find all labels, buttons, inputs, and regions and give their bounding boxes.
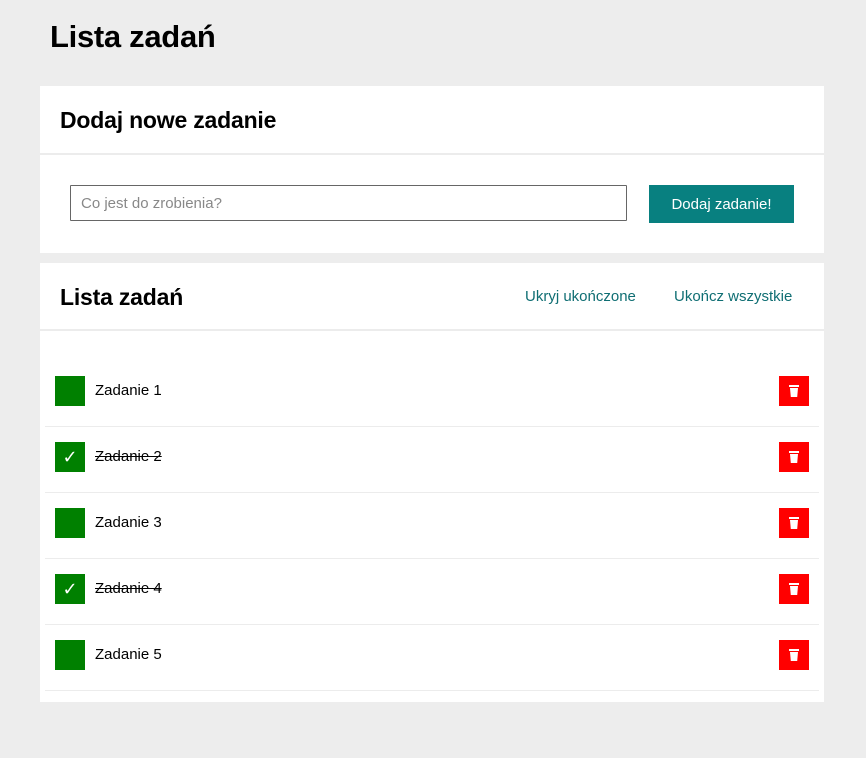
add-task-button[interactable]: Dodaj zadanie!: [649, 185, 794, 223]
task-list-card: Lista zadań Ukryj ukończone Ukończ wszys…: [40, 263, 824, 702]
task-label: Zadanie 3: [95, 514, 162, 531]
trash-icon: [789, 517, 799, 529]
delete-task-button[interactable]: [779, 640, 809, 670]
task-label: Zadanie 1: [95, 382, 162, 399]
task-checkbox[interactable]: ✓: [55, 442, 85, 472]
task-label: Zadanie 4: [95, 580, 162, 597]
new-task-input[interactable]: [70, 185, 627, 221]
task-list: Zadanie 1 ✓ Zadanie 2 Zadanie 3 ✓ Zadanie 4 Za…: [45, 361, 819, 691]
task-list-title: Lista zadań: [60, 284, 184, 310]
delete-task-button[interactable]: [779, 574, 809, 604]
page-title: Lista zadań: [50, 19, 216, 54]
task-checkbox[interactable]: [55, 508, 85, 538]
task-item: Zadanie 1: [45, 361, 819, 427]
trash-icon: [789, 451, 799, 463]
trash-icon: [789, 649, 799, 661]
trash-icon: [789, 385, 799, 397]
hide-completed-link[interactable]: Ukryj ukończone: [525, 287, 636, 307]
add-task-card: Dodaj nowe zadanie Dodaj zadanie!: [40, 86, 824, 253]
task-list-card-header: Lista zadań Ukryj ukończone Ukończ wszys…: [40, 263, 824, 331]
task-checkbox[interactable]: [55, 640, 85, 670]
add-task-card-header: Dodaj nowe zadanie: [40, 86, 824, 155]
task-label: Zadanie 2: [95, 448, 162, 465]
delete-task-button[interactable]: [779, 508, 809, 538]
trash-icon: [789, 583, 799, 595]
delete-task-button[interactable]: [779, 442, 809, 472]
check-icon: ✓: [62, 447, 78, 467]
task-item: Zadanie 3: [45, 493, 819, 559]
task-checkbox[interactable]: ✓: [55, 574, 85, 604]
task-item: Zadanie 5: [45, 625, 819, 691]
task-label: Zadanie 5: [95, 646, 162, 663]
check-icon: ✓: [62, 579, 78, 599]
task-item: ✓ Zadanie 2: [45, 427, 819, 493]
task-item: ✓ Zadanie 4: [45, 559, 819, 625]
complete-all-link[interactable]: Ukończ wszystkie: [674, 287, 792, 307]
add-task-title: Dodaj nowe zadanie: [60, 107, 277, 133]
task-checkbox[interactable]: [55, 376, 85, 406]
delete-task-button[interactable]: [779, 376, 809, 406]
